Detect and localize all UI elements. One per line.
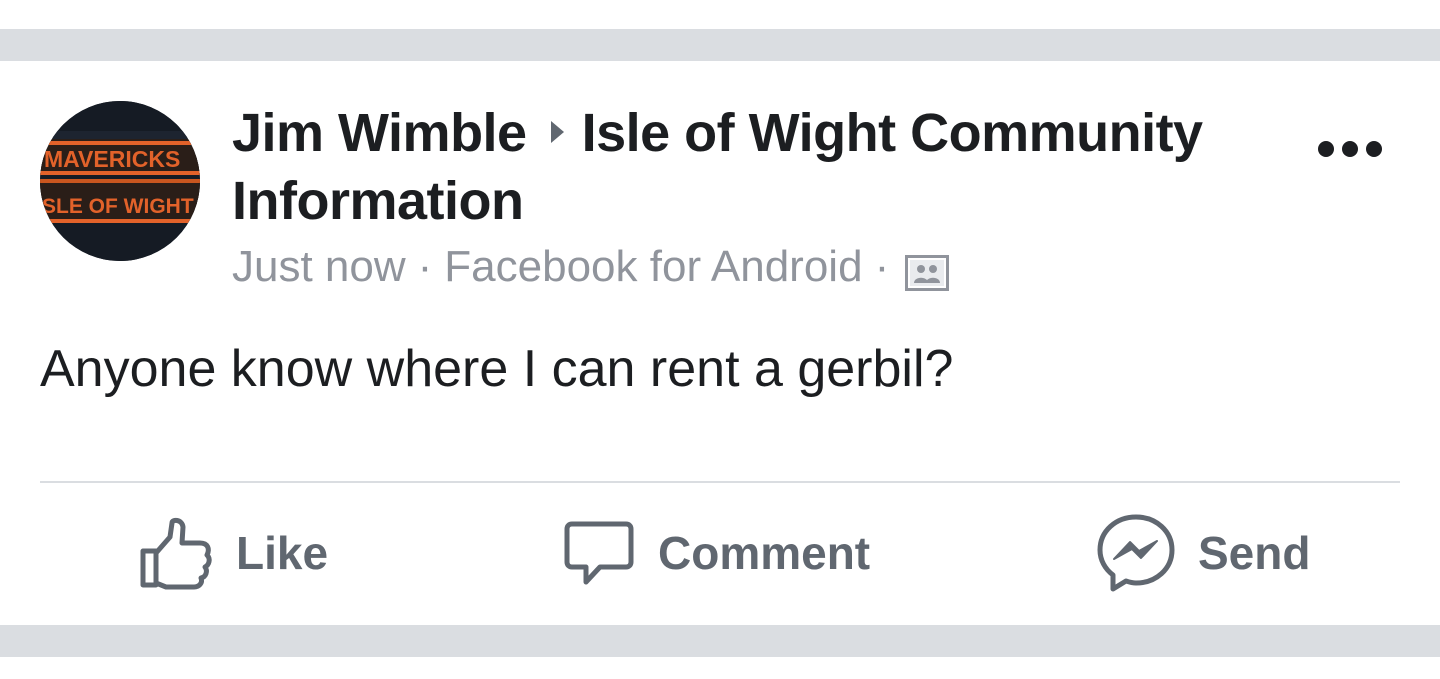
post-card: MAVERICKS SLE OF WIGHT Jim Wimble Isle of…: [0, 61, 1440, 625]
more-options-icon[interactable]: [1310, 131, 1390, 167]
group-name-line2[interactable]: Information: [232, 171, 524, 231]
avatar-text-top: MAVERICKS: [44, 146, 180, 172]
like-label: Like: [236, 527, 329, 579]
post-header: Jim Wimble Isle of Wight Community Inform…: [232, 99, 1272, 295]
post-meta: Just now · Facebook for Android ·: [232, 239, 1272, 295]
avatar-image: MAVERICKS SLE OF WIGHT: [40, 101, 200, 261]
like-button[interactable]: Like: [138, 508, 328, 598]
post-timestamp[interactable]: Just now: [232, 239, 406, 295]
feed-page: MAVERICKS SLE OF WIGHT Jim Wimble Isle of…: [0, 0, 1440, 679]
meta-separator: ·: [874, 242, 890, 291]
post-source: Facebook for Android: [444, 242, 863, 291]
feed-separator-top: [0, 29, 1440, 61]
author-name[interactable]: Jim Wimble: [232, 103, 527, 163]
post-divider: [40, 481, 1400, 483]
send-label: Send: [1198, 527, 1311, 579]
avatar[interactable]: MAVERICKS SLE OF WIGHT: [40, 101, 200, 261]
meta-separator: ·: [417, 242, 433, 291]
triangle-right-icon: [550, 121, 564, 143]
comment-label: Comment: [658, 527, 871, 579]
post-title-continued: Information: [232, 167, 1272, 235]
post-title: Jim Wimble Isle of Wight Community: [232, 99, 1272, 167]
speech-bubble-icon: [564, 521, 634, 585]
post-message: Anyone know where I can rent a gerbil?: [40, 340, 954, 398]
avatar-text-bottom: SLE OF WIGHT: [42, 195, 194, 218]
group-name-line1[interactable]: Isle of Wight Community: [582, 103, 1204, 163]
send-button[interactable]: Send: [1096, 508, 1310, 598]
feed-separator-bottom: [0, 625, 1440, 657]
messenger-icon: [1097, 514, 1175, 592]
thumbs-up-icon: [140, 517, 212, 590]
group-audience-icon[interactable]: [905, 249, 950, 291]
comment-button[interactable]: Comment: [562, 508, 870, 598]
